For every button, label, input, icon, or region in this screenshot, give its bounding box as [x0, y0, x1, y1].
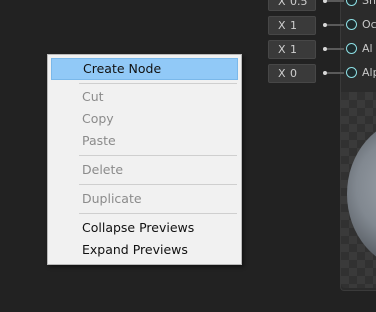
input-port-circle-icon[interactable]	[346, 0, 357, 6]
menu-item-cut[interactable]: Cut	[48, 86, 241, 108]
value-field[interactable]: X 1	[268, 40, 316, 59]
connection-wire	[327, 48, 344, 50]
node-preview	[341, 92, 376, 288]
menu-item-expand-previews[interactable]: Expand Previews	[48, 239, 241, 261]
field-value: 1	[290, 19, 297, 32]
menu-separator	[79, 83, 237, 84]
connection-wire	[327, 0, 344, 2]
field-value: 0	[290, 67, 297, 80]
menu-item-create-node[interactable]: Create Node	[51, 58, 238, 80]
input-port-row[interactable]: X 0.5 Sh	[268, 0, 376, 11]
preview-sphere	[347, 119, 376, 269]
menu-separator	[79, 155, 237, 156]
input-port-circle-icon[interactable]	[346, 43, 357, 54]
port-label: Alp	[362, 66, 376, 79]
axis-label: X	[278, 0, 286, 8]
connection-wire	[327, 72, 344, 74]
input-port-circle-icon[interactable]	[346, 19, 357, 30]
input-port-row[interactable]: X 0 Alp	[268, 64, 376, 83]
menu-separator	[79, 184, 237, 185]
value-field[interactable]: X 0.5	[268, 0, 316, 11]
menu-item-duplicate[interactable]: Duplicate	[48, 188, 241, 210]
axis-label: X	[278, 67, 286, 80]
value-field[interactable]: X 1	[268, 16, 316, 35]
menu-item-copy[interactable]: Copy	[48, 108, 241, 130]
input-port-row[interactable]: X 1 Oc	[268, 16, 376, 35]
menu-item-collapse-previews[interactable]: Collapse Previews	[48, 217, 241, 239]
menu-item-delete[interactable]: Delete	[48, 159, 241, 181]
field-value: 0.5	[290, 0, 308, 8]
field-value: 1	[290, 43, 297, 56]
menu-separator	[79, 213, 237, 214]
port-label: Al	[362, 42, 373, 55]
port-label: Sh	[362, 0, 376, 7]
axis-label: X	[278, 43, 286, 56]
context-menu: Create Node Cut Copy Paste Delete Duplic…	[47, 54, 242, 265]
input-port-row[interactable]: X 1 Al	[268, 40, 376, 59]
connection-wire	[327, 24, 344, 26]
value-field[interactable]: X 0	[268, 64, 316, 83]
menu-item-paste[interactable]: Paste	[48, 130, 241, 152]
input-port-circle-icon[interactable]	[346, 67, 357, 78]
axis-label: X	[278, 19, 286, 32]
port-label: Oc	[362, 18, 376, 31]
